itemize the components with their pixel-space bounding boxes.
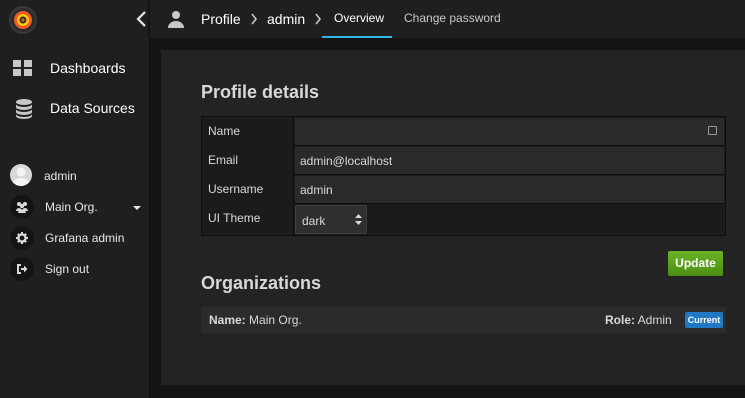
chevron-left-icon[interactable] — [135, 10, 149, 28]
grafana-logo-icon[interactable] — [9, 6, 37, 34]
ui-theme-value: dark — [302, 214, 326, 228]
sidebar-item-label: Grafana admin — [45, 231, 125, 245]
email-label: Email — [202, 146, 294, 175]
org-name-value: Main Org. — [249, 313, 302, 327]
form-row-ui-theme: UI Theme dark — [202, 204, 725, 235]
chevron-down-icon[interactable] — [133, 206, 141, 210]
select-arrows-icon — [355, 214, 362, 228]
dashboards-grid-icon — [13, 60, 33, 82]
database-icon — [15, 99, 33, 124]
form-row-username: Username admin — [202, 175, 725, 204]
profile-details-title: Profile details — [201, 82, 320, 102]
breadcrumb-arrow-icon — [314, 12, 322, 25]
breadcrumb-profile[interactable]: Profile — [201, 11, 241, 27]
tab-overview[interactable]: Overview — [334, 11, 384, 25]
name-field[interactable] — [295, 118, 724, 145]
sign-out-icon — [10, 257, 34, 281]
gear-icon — [10, 226, 34, 250]
org-role-value: Admin — [637, 313, 672, 327]
name-label: Name — [202, 117, 294, 146]
sidebar-item-dashboards[interactable]: Dashboards — [0, 58, 150, 78]
organizations-title: Organizations — [201, 273, 322, 293]
sidebar-item-sign-out[interactable]: Sign out — [0, 257, 150, 281]
ui-theme-label: UI Theme — [202, 204, 294, 235]
org-role-label: Role: — [605, 313, 635, 327]
username-label: Username — [202, 175, 294, 204]
sidebar-item-label: Dashboards — [50, 60, 126, 76]
user-icon — [167, 10, 185, 33]
sidebar-item-main-org[interactable]: Main Org. — [0, 195, 150, 219]
current-badge: Current — [685, 312, 723, 328]
sidebar-user[interactable]: admin — [0, 164, 150, 188]
active-tab-indicator — [322, 36, 392, 38]
email-field[interactable]: admin@localhost — [295, 147, 724, 174]
breadcrumb-admin[interactable]: admin — [267, 11, 305, 27]
sidebar-item-data-sources[interactable]: Data Sources — [0, 98, 150, 119]
org-row: Name: Main Org. Role: Admin Current — [201, 307, 726, 333]
navbar-divider — [148, 0, 150, 39]
user-name: admin — [44, 169, 77, 183]
sidebar: Dashboards Data Sources admin Main Org. … — [0, 0, 150, 398]
keyboard-icon[interactable] — [708, 126, 717, 135]
sidebar-item-label: Main Org. — [45, 200, 98, 214]
breadcrumb-arrow-icon — [250, 12, 258, 25]
users-icon — [10, 195, 34, 219]
sidebar-item-grafana-admin[interactable]: Grafana admin — [0, 226, 150, 250]
sidebar-item-label: Sign out — [45, 262, 90, 276]
sidebar-item-label: Data Sources — [50, 100, 135, 116]
ui-theme-select[interactable]: dark — [295, 205, 367, 234]
update-button[interactable]: Update — [668, 251, 723, 276]
org-name-label: Name: — [209, 313, 246, 327]
org-role: Role: Admin — [605, 313, 672, 327]
org-name: Name: Main Org. — [209, 313, 302, 327]
profile-form: Name Email admin@localhost Username admi… — [201, 116, 726, 236]
avatar — [10, 164, 32, 186]
username-field[interactable]: admin — [295, 176, 724, 203]
tab-change-password[interactable]: Change password — [404, 11, 501, 25]
form-row-name: Name — [202, 117, 725, 146]
form-row-email: Email admin@localhost — [202, 146, 725, 175]
